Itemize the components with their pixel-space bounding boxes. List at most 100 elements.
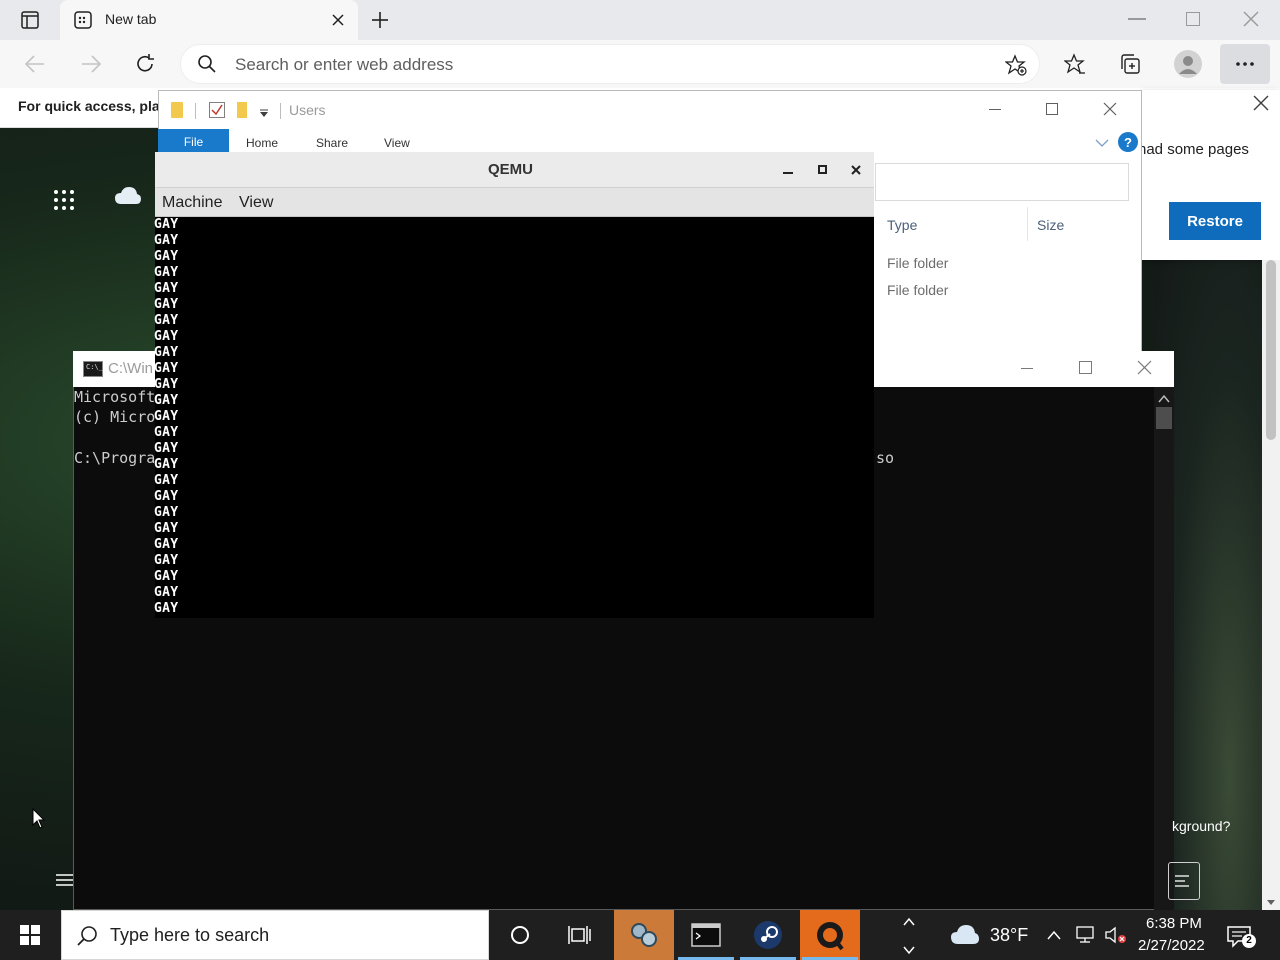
close-explorer-icon[interactable] [1103, 102, 1117, 116]
ribbon-tab-view[interactable]: View [384, 136, 410, 150]
clock-time[interactable]: 6:38 PM [1146, 915, 1202, 932]
minimize-explorer-icon[interactable] [989, 109, 1001, 110]
folder-icon [171, 102, 183, 118]
new-tab-page-icon [74, 11, 92, 29]
volume-muted-icon[interactable] [1104, 925, 1128, 945]
column-divider [1027, 207, 1028, 241]
add-favorite-icon[interactable] [1004, 54, 1027, 76]
new-folder-icon[interactable] [237, 102, 247, 118]
qemu-output-line: GAY [154, 281, 179, 296]
console-scrollbar[interactable] [1154, 387, 1174, 910]
tab-title: New tab [105, 11, 157, 27]
minimize-qemu-icon[interactable] [783, 172, 793, 174]
app-gears-icon[interactable] [614, 910, 674, 960]
qemu-output-line: GAY [154, 265, 179, 280]
task-view-icon[interactable] [550, 910, 610, 960]
address-placeholder: Search or enter web address [235, 55, 454, 74]
collections-icon[interactable] [1119, 53, 1141, 75]
info-bar-text: For quick access, plac [18, 98, 168, 114]
close-console-icon[interactable] [1137, 360, 1152, 375]
close-tab-icon[interactable] [330, 12, 346, 28]
qemu-output-line: GAY [154, 537, 179, 552]
qemu-output-line: GAY [154, 473, 179, 488]
network-icon[interactable] [1074, 926, 1096, 944]
windows-start-icon[interactable] [0, 910, 60, 960]
qemu-screen[interactable] [155, 217, 874, 618]
page-scroll-thumb[interactable] [1266, 260, 1276, 440]
terminal-app-icon[interactable] [676, 910, 736, 960]
steam-icon[interactable] [738, 910, 798, 960]
qemu-output-line: GAY [154, 377, 179, 392]
qemu-output-line: GAY [154, 505, 179, 520]
profile-icon[interactable] [1174, 50, 1202, 78]
show-hidden-icons-icon[interactable] [1046, 928, 1062, 940]
refresh-icon[interactable] [134, 53, 156, 75]
tab-actions-icon[interactable] [18, 8, 42, 32]
more-icon[interactable] [1220, 44, 1270, 84]
qemu-output-line: GAY [154, 361, 179, 376]
explorer-path: Users [289, 102, 326, 118]
qemu-title: QEMU [488, 161, 533, 178]
taskbar-scroll-up-icon[interactable] [902, 915, 916, 927]
maximize-qemu-icon[interactable] [818, 165, 827, 174]
scroll-down-icon[interactable] [1266, 894, 1276, 905]
menu-view[interactable]: View [239, 194, 273, 212]
maximize-explorer-icon[interactable] [1046, 103, 1058, 115]
minimize-console-icon[interactable] [1021, 368, 1033, 369]
menu-machine[interactable]: Machine [162, 194, 222, 212]
cortana-icon[interactable] [490, 910, 550, 960]
mouse-cursor-icon [32, 807, 46, 830]
qemu-output-line: GAY [154, 425, 179, 440]
scroll-up-icon[interactable] [1158, 391, 1170, 403]
quick-access-dropdown-icon[interactable] [259, 105, 269, 117]
restore-button[interactable]: Restore [1169, 202, 1261, 240]
hamburger-icon[interactable] [56, 873, 74, 887]
qemu-output-line: GAY [154, 489, 179, 504]
qemu-titlebar[interactable]: QEMU [155, 152, 874, 188]
new-tab-icon[interactable] [370, 10, 390, 30]
qemu-output-line: GAY [154, 329, 179, 344]
terminal-icon: C:\_ [83, 361, 103, 377]
qemu-output-line: GAY [154, 249, 179, 264]
address-bar[interactable]: Search or enter web address [180, 44, 1040, 84]
weather-temperature[interactable]: 38°F [990, 925, 1028, 946]
page-scrollbar[interactable] [1262, 260, 1280, 910]
console-line-tail: so [876, 449, 895, 467]
qemu-output-line: GAY [154, 297, 179, 312]
qemu-output-line: GAY [154, 409, 179, 424]
notification-icon[interactable]: 2 [1226, 924, 1256, 950]
clock-date[interactable]: 2/27/2022 [1138, 937, 1205, 954]
back-icon[interactable] [24, 54, 46, 74]
settings-list-icon[interactable] [1168, 862, 1200, 900]
weather-cloud-icon[interactable] [950, 924, 980, 946]
taskbar-search-box[interactable]: Type here to search [61, 910, 489, 960]
column-header-type[interactable]: Type [887, 217, 917, 233]
console-line: Microsoft [74, 388, 156, 406]
taskbar-scroll-down-icon[interactable] [902, 943, 916, 955]
expand-ribbon-icon[interactable] [1095, 135, 1109, 147]
close-popup-icon[interactable] [1252, 94, 1270, 112]
qemu-output-line: GAY [154, 233, 179, 248]
maximize-browser-icon[interactable] [1186, 12, 1200, 26]
search-explorer-field[interactable] [875, 163, 1129, 201]
qemu-icon[interactable] [800, 910, 860, 960]
properties-icon[interactable] [209, 102, 225, 118]
ribbon-tab-home[interactable]: Home [246, 136, 278, 150]
maximize-console-icon[interactable] [1079, 361, 1092, 374]
favorites-icon[interactable] [1063, 53, 1086, 75]
console-title: C:\Win [108, 360, 153, 377]
ribbon-tab-share[interactable]: Share [316, 136, 348, 150]
apps-grid-icon[interactable] [52, 188, 76, 212]
close-browser-icon[interactable] [1242, 10, 1260, 28]
column-header-size[interactable]: Size [1037, 217, 1064, 233]
close-qemu-icon[interactable] [850, 163, 862, 175]
minimize-browser-icon[interactable] [1128, 18, 1146, 20]
help-icon[interactable]: ? [1118, 132, 1138, 152]
file-row-type: File folder [887, 255, 949, 271]
scroll-thumb[interactable] [1156, 407, 1172, 429]
qemu-output-line: GAY [154, 457, 179, 472]
cloud-icon[interactable] [114, 186, 142, 206]
browser-tab[interactable]: New tab [60, 0, 358, 40]
qemu-output-line: GAY [154, 585, 179, 600]
forward-icon[interactable] [80, 54, 102, 74]
